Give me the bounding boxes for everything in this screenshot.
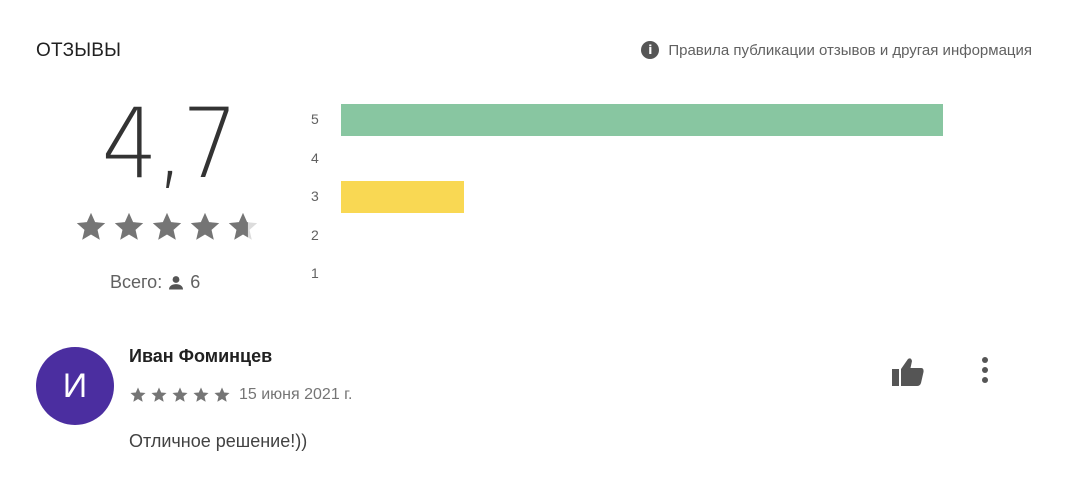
histogram-label-5: 5 (311, 111, 319, 127)
review-star-icon (130, 387, 146, 402)
review-star-icon (193, 387, 209, 402)
total-count: 6 (190, 272, 201, 292)
histogram-bar-5 (341, 104, 943, 136)
review-author: Иван Фоминцев (129, 346, 273, 366)
total-label: Всего: (110, 272, 163, 292)
publication-rules-label: Правила публикации отзывов и другая инфо… (668, 41, 1032, 59)
summary-star-icon (114, 212, 144, 240)
review-date: 15 июня 2021 г. (239, 386, 353, 403)
review-star-icon (214, 387, 230, 402)
avatar[interactable]: И (36, 347, 114, 425)
summary-star-icon (228, 212, 258, 240)
total-reviews: Всего: 6 (110, 272, 200, 293)
info-icon: i (641, 41, 660, 59)
histogram-bar-3 (341, 181, 464, 213)
average-rating-stars (74, 210, 260, 244)
like-button[interactable] (888, 354, 928, 394)
person-icon (168, 275, 184, 291)
summary-star-icon (152, 212, 182, 240)
histogram-label-1: 1 (311, 265, 319, 281)
average-score: 4,7 (101, 88, 239, 200)
summary-star-icon (76, 212, 106, 240)
review-star-icon (172, 387, 188, 402)
review-text: Отличное решение!)) (129, 431, 308, 451)
histogram-label-4: 4 (311, 149, 319, 166)
avatar-letter: И (62, 366, 88, 405)
reviews-page: ОТЗЫВЫ i Правила публикации отзывов и др… (0, 0, 1068, 498)
more-vert-icon (981, 356, 989, 389)
review-star-icon (151, 387, 167, 402)
histogram-label-3: 3 (311, 188, 319, 204)
review-rating-stars (129, 386, 231, 404)
review-meta: 15 июня 2021 г. (129, 386, 353, 404)
more-options-button[interactable] (970, 352, 1000, 392)
section-title: ОТЗЫВЫ (36, 40, 122, 61)
thumbs-up-icon (891, 357, 925, 392)
histogram-label-2: 2 (311, 226, 319, 243)
publication-rules-link[interactable]: i Правила публикации отзывов и другая ин… (641, 41, 1032, 59)
summary-star-icon (190, 212, 220, 240)
